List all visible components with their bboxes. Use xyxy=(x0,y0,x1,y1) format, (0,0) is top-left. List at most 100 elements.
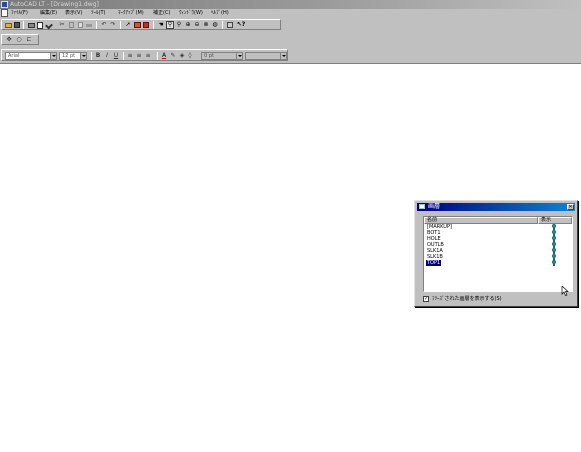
copy-icon xyxy=(68,22,74,28)
chevron-down-icon[interactable] xyxy=(236,53,242,59)
layer-name: TOP1 xyxy=(426,260,442,266)
properties-button[interactable] xyxy=(226,21,234,29)
help-button[interactable]: ↖? xyxy=(236,21,246,29)
align-center-icon: ≡ xyxy=(136,52,142,59)
text-color-button[interactable]: A xyxy=(160,52,168,60)
zoom-out-button[interactable]: ⊖ xyxy=(193,21,201,29)
column-header-visible[interactable]: 表示 xyxy=(538,217,572,224)
markup-toolbar: ✥ ○ ⊏ xyxy=(1,34,39,45)
cut-button[interactable]: ✂ xyxy=(58,21,66,29)
bracket-icon: ⊏ xyxy=(26,36,32,43)
italic-button[interactable]: I xyxy=(103,52,111,60)
pan-button[interactable]: ☚ xyxy=(157,21,165,29)
lightbulb-icon[interactable] xyxy=(552,260,557,266)
hand-icon: ☚ xyxy=(158,21,164,28)
standard-toolbar: ✂ ↶ ↷ ➚ ☚ ⚲ ⚲ ⊕ ⊖ ⊗ ◍ ↖? xyxy=(1,19,281,30)
align-left-button[interactable]: ≡ xyxy=(126,52,134,60)
zoom-in-button[interactable]: ⊕ xyxy=(184,21,192,29)
zoom-previous-button[interactable]: ◍ xyxy=(211,21,219,29)
menu-tools[interactable]: ﾂｰﾙ(T) xyxy=(91,10,105,16)
redline-button[interactable] xyxy=(142,21,150,29)
save-button[interactable] xyxy=(13,21,21,29)
column-header-name[interactable]: 名前 xyxy=(424,217,538,224)
zoom-realtime-button[interactable]: ⚲ xyxy=(166,21,174,29)
eraser-button[interactable]: ◊ xyxy=(186,52,194,60)
brush-icon xyxy=(86,23,92,27)
eraser-icon: ◊ xyxy=(188,52,192,59)
font-value: Arial xyxy=(8,53,20,59)
zoom-extents-button[interactable]: ⊗ xyxy=(202,21,210,29)
select-button[interactable]: ➚ xyxy=(124,21,132,29)
italic-label: I xyxy=(106,52,108,59)
font-combo[interactable]: Arial xyxy=(5,52,57,60)
help-pointer-icon: ↖? xyxy=(236,21,246,28)
circle-icon: ○ xyxy=(16,36,22,43)
layer-list[interactable]: 名前 表示 [MARKUP] BOT1 HOLE OUTLB SLK1A SLK1B TOP… xyxy=(423,216,573,296)
move-button[interactable]: ✥ xyxy=(5,36,13,44)
underline-label: U xyxy=(113,52,119,59)
menu-help[interactable]: ﾍﾙﾌﾟ(H) xyxy=(211,10,229,16)
check-icon xyxy=(45,21,53,29)
circle-button[interactable]: ○ xyxy=(15,36,23,44)
menu-edit[interactable]: 編集(E) xyxy=(40,10,57,16)
dialog-title-bar[interactable]: 画層 ✕ xyxy=(417,203,575,211)
menu-correct[interactable]: 補正(C) xyxy=(153,10,170,16)
markup-icon xyxy=(133,22,141,28)
undo-button[interactable]: ↶ xyxy=(100,21,108,29)
menu-markup[interactable]: ﾏｰｸｱｯﾌﾟ(M) xyxy=(118,10,144,16)
align-right-icon: ≡ xyxy=(145,52,151,59)
app-icon[interactable] xyxy=(1,1,8,8)
pointer-icon: ➚ xyxy=(125,21,131,28)
lineweight-combo[interactable]: 0 pt xyxy=(201,52,243,60)
chevron-down-icon[interactable] xyxy=(280,53,286,59)
properties-icon xyxy=(227,22,233,28)
copy-button[interactable] xyxy=(67,21,75,29)
layer-row[interactable]: TOP1 xyxy=(424,260,572,266)
lineweight-value: 0 pt xyxy=(204,53,214,59)
line-color-button[interactable]: ✎ xyxy=(169,52,177,60)
align-right-button[interactable]: ≡ xyxy=(144,52,152,60)
zoom-icon: ⚲ xyxy=(167,21,173,28)
bold-button[interactable]: B xyxy=(94,52,102,60)
menu-bar: ﾌｧｲﾙ(F) 編集(E) 表示(V) ﾂｰﾙ(T) ﾏｰｸｱｯﾌﾟ(M) 補正… xyxy=(0,9,581,17)
bold-label: B xyxy=(95,52,101,59)
zoom-in-icon: ⊕ xyxy=(185,21,191,28)
layers-icon xyxy=(419,204,425,209)
show-frozen-layers-row[interactable]: ✓ ﾌﾘｰｽﾞされた画層を表示する(S) xyxy=(423,296,573,303)
redline-icon xyxy=(143,22,149,28)
print-button[interactable] xyxy=(27,21,35,29)
show-frozen-layers-checkbox[interactable]: ✓ xyxy=(423,296,429,302)
markup-button[interactable] xyxy=(133,21,141,29)
open-button[interactable] xyxy=(4,21,12,29)
menu-window[interactable]: ｳｨﾝﾄﾞｳ(W) xyxy=(179,10,203,16)
bucket-icon: ◈ xyxy=(179,52,185,59)
undo-icon: ↶ xyxy=(101,21,107,28)
window-title: AutoCAD LT - [Drawing1.dwg] xyxy=(10,1,99,8)
folder-icon xyxy=(4,22,12,28)
paste-button[interactable] xyxy=(76,21,84,29)
chevron-down-icon[interactable] xyxy=(80,53,86,59)
redo-button[interactable]: ↷ xyxy=(109,21,117,29)
size-combo[interactable]: 12 pt xyxy=(59,52,87,60)
print-preview-button[interactable] xyxy=(36,21,44,29)
underline-button[interactable]: U xyxy=(112,52,120,60)
dialog-title: 画層 xyxy=(428,203,441,210)
bracket-button[interactable]: ⊏ xyxy=(25,36,33,44)
align-center-button[interactable]: ≡ xyxy=(135,52,143,60)
zoom-extents-icon: ⊗ xyxy=(203,21,209,28)
document-icon[interactable] xyxy=(1,9,8,17)
zoom-out-icon: ⊖ xyxy=(194,21,200,28)
pen-icon: ✎ xyxy=(170,52,176,59)
size-value: 12 pt xyxy=(62,53,76,59)
close-button[interactable]: ✕ xyxy=(567,204,574,210)
zoom-window-button[interactable]: ⚲ xyxy=(175,21,183,29)
match-properties-button[interactable] xyxy=(85,21,93,29)
fill-color-button[interactable]: ◈ xyxy=(178,52,186,60)
color-combo[interactable] xyxy=(245,52,287,60)
zoom-window-icon: ⚲ xyxy=(176,21,182,28)
menu-file[interactable]: ﾌｧｲﾙ(F) xyxy=(11,10,28,16)
chevron-down-icon[interactable] xyxy=(50,53,56,59)
menu-view[interactable]: 表示(V) xyxy=(65,10,82,16)
spell-check-button[interactable] xyxy=(45,21,53,29)
magnifier-page-icon xyxy=(37,21,43,29)
